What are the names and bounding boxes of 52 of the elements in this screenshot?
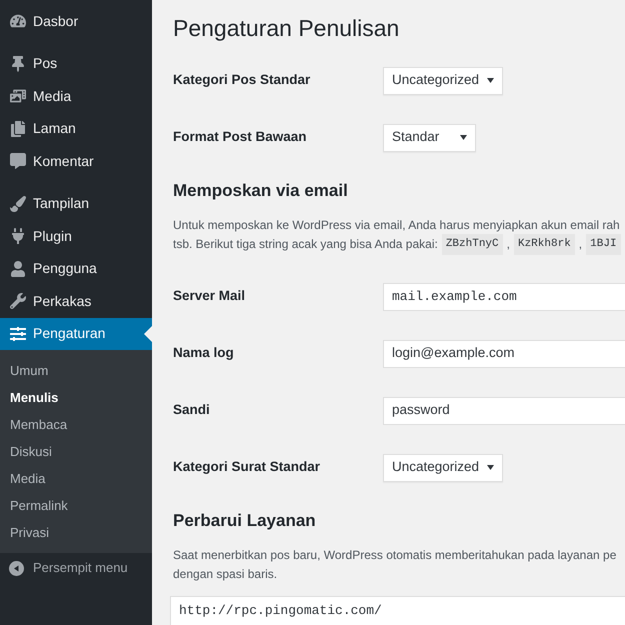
collapse-menu-button[interactable]: Persempit menu bbox=[0, 553, 152, 583]
caret-icon bbox=[487, 465, 494, 470]
description-text: Untuk memposkan ke WordPress via email, Anda harus menyiapkan akun email rah tsb. Berikut tiga string acak yang bisa Anda pakai: ZBzhTnyC , KzRkh8rk , 1BJI bbox=[173, 216, 625, 254]
camera-photo-icon bbox=[10, 88, 26, 104]
pushpin-icon bbox=[10, 56, 26, 72]
field-label: Sandi bbox=[173, 401, 211, 420]
submenu-item[interactable]: Diskusi bbox=[0, 438, 152, 465]
sidebar-menu-item[interactable]: Media bbox=[0, 80, 152, 112]
textarea-field[interactable]: http://rpc.pingomatic.com/ bbox=[170, 596, 625, 625]
caret-icon bbox=[487, 78, 494, 83]
field-label: Nama log bbox=[173, 344, 235, 362]
plug-icon bbox=[10, 228, 26, 244]
submenu-item[interactable]: Menulis bbox=[0, 384, 152, 411]
submenu-item[interactable]: Membaca bbox=[0, 411, 152, 438]
page-title: Pengaturan Penulisan bbox=[173, 14, 400, 43]
submenu-item[interactable]: Media bbox=[0, 465, 152, 492]
sidebar-menu-item[interactable]: Plugin bbox=[0, 220, 152, 252]
sidebar-menu-item[interactable]: Dasbor bbox=[0, 5, 152, 38]
sidebar-menu-item[interactable]: Perkakas bbox=[0, 285, 152, 318]
input-field[interactable]: login@example.com bbox=[383, 340, 625, 368]
sidebar-menu-item[interactable]: Pengaturan bbox=[0, 318, 152, 350]
paintbrush-icon bbox=[10, 196, 26, 212]
submenu-item[interactable]: Umum bbox=[0, 357, 152, 384]
sidebar-menu-item[interactable]: Tampilan bbox=[0, 188, 152, 220]
wrench-icon bbox=[10, 293, 26, 310]
sidebar-menu-item[interactable]: Komentar bbox=[0, 145, 152, 178]
input-field[interactable]: mail.example.com bbox=[383, 282, 625, 310]
submenu-item[interactable]: Permalink bbox=[0, 492, 152, 519]
pages-icon bbox=[10, 120, 26, 137]
sidebar-menu-item[interactable]: Pengguna bbox=[0, 252, 152, 285]
section-heading: Memposkan via email bbox=[173, 180, 349, 202]
select-dropdown[interactable]: Uncategorized bbox=[383, 454, 504, 482]
speech-bubble-icon bbox=[10, 153, 26, 170]
gauge-icon bbox=[10, 13, 26, 30]
code-snippet: 1BJI bbox=[586, 234, 621, 255]
caret-icon bbox=[460, 135, 467, 140]
code-snippet: KzRkh8rk bbox=[514, 234, 575, 255]
submenu-item[interactable]: Privasi bbox=[0, 519, 152, 546]
description-text: Saat menerbitkan pos baru, WordPress otomatis memberitahukan pada layanan pe dengan spasi baris. bbox=[173, 547, 616, 583]
select-dropdown[interactable]: Uncategorized bbox=[383, 66, 504, 94]
select-dropdown[interactable]: Standar bbox=[383, 124, 476, 152]
user-icon bbox=[10, 260, 26, 277]
code-snippet: ZBzhTnyC bbox=[442, 234, 503, 255]
field-label: Kategori Surat Standar bbox=[173, 458, 322, 476]
field-label: Server Mail bbox=[173, 287, 246, 306]
field-label: Kategori Pos Standar bbox=[173, 71, 312, 90]
sidebar-menu-item[interactable]: Pos bbox=[0, 48, 152, 80]
sidebar-menu-item[interactable]: Laman bbox=[0, 112, 152, 145]
input-field[interactable]: password bbox=[383, 396, 625, 424]
settings-sliders-icon bbox=[10, 326, 26, 342]
field-label: Format Post Bawaan bbox=[173, 128, 308, 146]
section-heading: Perbarui Layanan bbox=[173, 510, 317, 532]
